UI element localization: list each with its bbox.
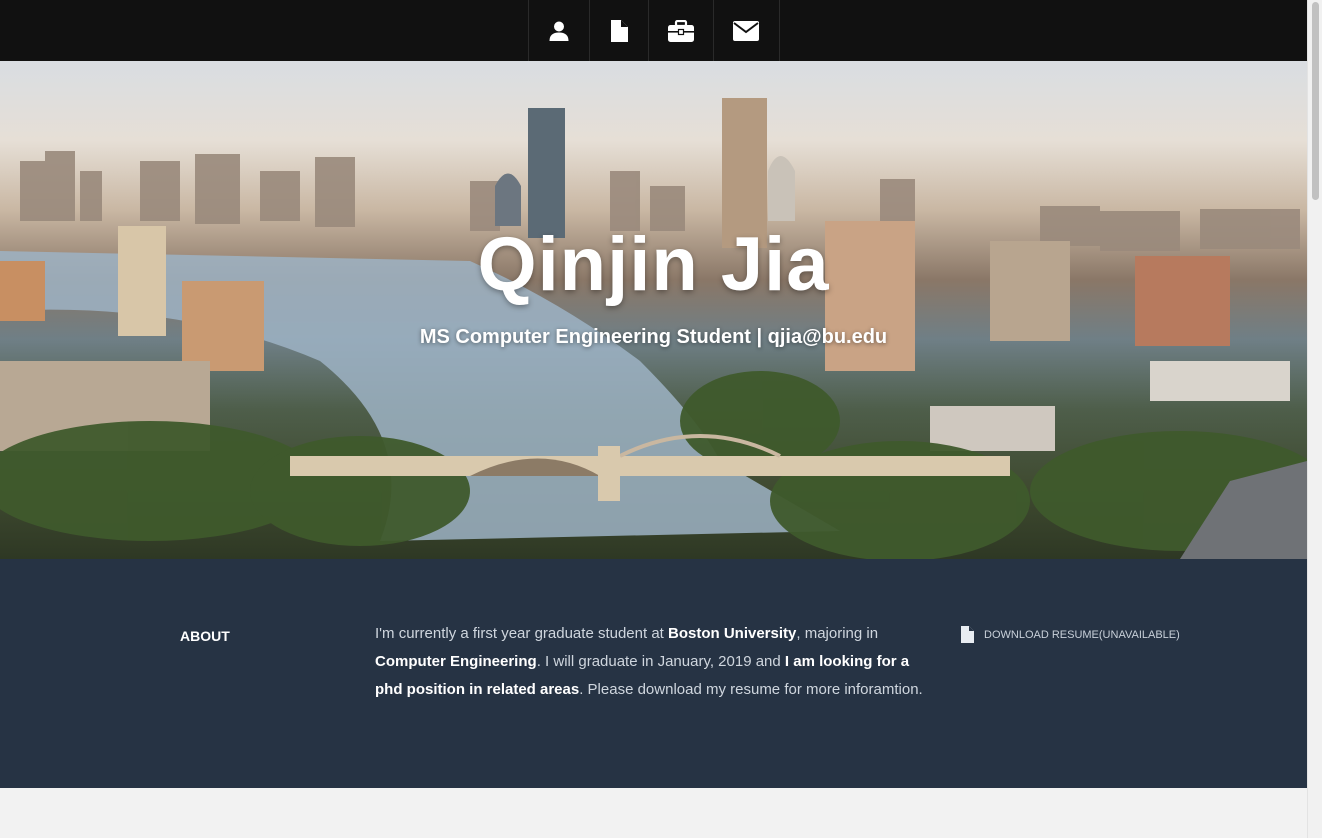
briefcase-icon xyxy=(667,19,694,42)
about-text-part: I'm currently a first year graduate stud… xyxy=(375,625,668,642)
download-resume-label: DOWNLOAD RESUME(UNAVAILABLE) xyxy=(984,628,1180,641)
about-text-bold: Boston University xyxy=(668,625,797,642)
file-icon xyxy=(610,19,628,42)
nav-work-button[interactable] xyxy=(649,0,714,61)
user-icon xyxy=(549,21,568,41)
hero-subtitle: MS Computer Engineering Student | qjia@b… xyxy=(419,326,888,348)
download-resume-link[interactable]: DOWNLOAD RESUME(UNAVAILABLE) xyxy=(960,626,1180,643)
top-navbar xyxy=(0,0,1307,61)
about-text: I'm currently a first year graduate stud… xyxy=(375,620,935,704)
file-icon xyxy=(961,626,974,643)
about-text-part: . I will graduate in January, 2019 and xyxy=(536,653,785,670)
about-heading: ABOUT xyxy=(180,628,230,644)
city-background-image xyxy=(0,98,1307,559)
hero-banner: Qinjin Jia MS Computer Engineering Stude… xyxy=(0,61,1307,559)
about-text-part: , majoring in xyxy=(796,625,879,642)
scrollbar-thumb[interactable] xyxy=(1312,2,1319,200)
page-scrollbar[interactable] xyxy=(1307,0,1322,838)
about-section: ABOUT I'm currently a first year graduat… xyxy=(0,559,1307,788)
nav-contact-button[interactable] xyxy=(714,0,780,61)
envelope-icon xyxy=(733,20,759,41)
nav-icon-list xyxy=(527,0,780,61)
about-text-part: . Please download my resume for more inf… xyxy=(579,681,923,698)
nav-resume-button[interactable] xyxy=(590,0,649,61)
hero-name: Qinjin Jia xyxy=(477,222,830,307)
nav-about-button[interactable] xyxy=(529,0,590,61)
about-text-bold: Computer Engineering xyxy=(375,653,537,670)
lower-section xyxy=(0,788,1307,838)
